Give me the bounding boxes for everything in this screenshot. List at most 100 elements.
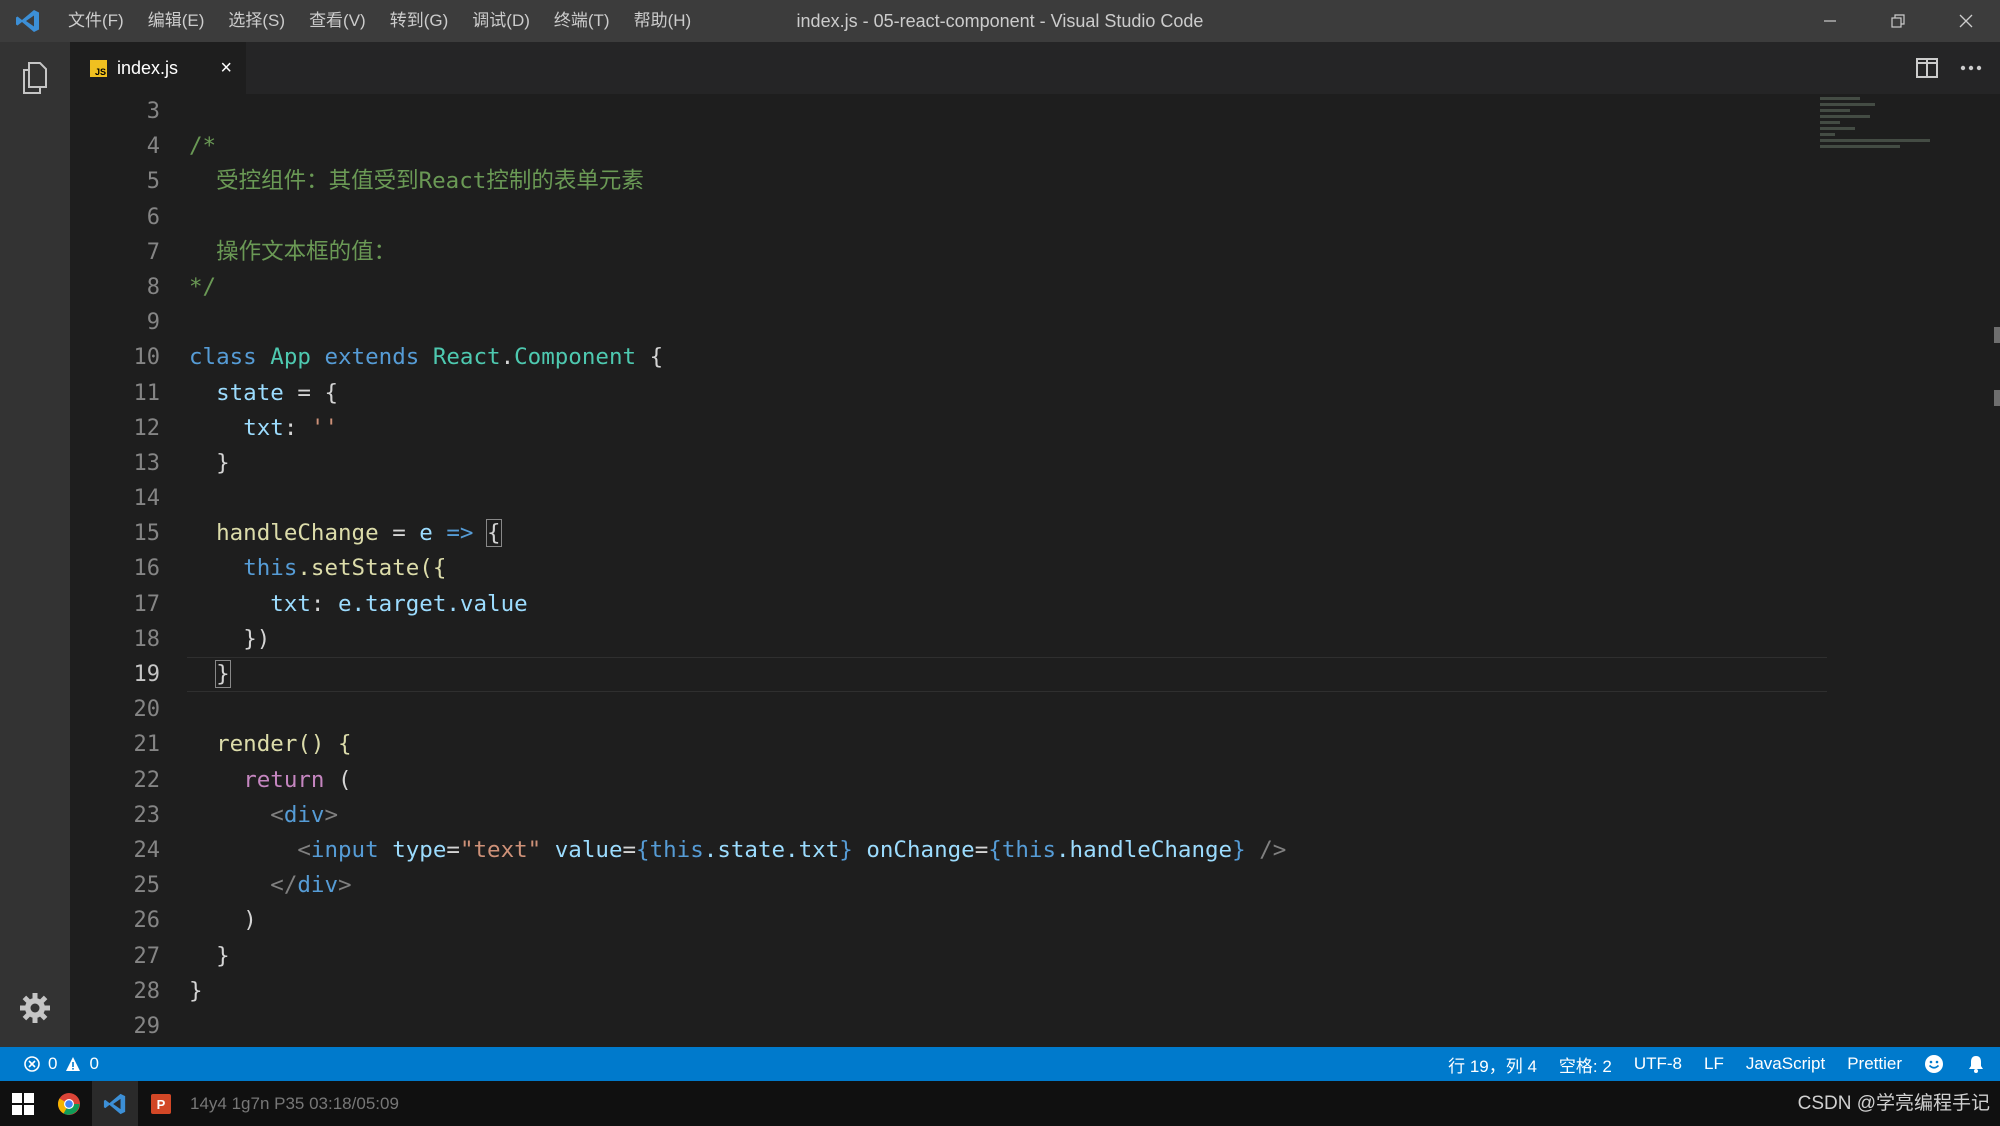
line-number-active: 19 xyxy=(133,662,161,687)
eq: = xyxy=(446,836,460,863)
split-editor-icon[interactable] xyxy=(1914,55,1940,81)
scrollbar-marker[interactable] xyxy=(1994,390,2000,406)
encoding[interactable]: UTF-8 xyxy=(1634,1054,1682,1074)
assign: = { xyxy=(283,379,339,406)
cursor-position[interactable]: 行 19，列 4 xyxy=(1448,1052,1537,1077)
indentation[interactable]: 空格: 2 xyxy=(1559,1052,1612,1077)
txt-key: txt xyxy=(270,590,311,617)
open-brace: { xyxy=(636,344,664,371)
vscode-logo-icon xyxy=(0,0,56,42)
code-line-4: /* xyxy=(189,129,1889,164)
code-line-7: 操作文本框的值： xyxy=(189,235,1889,270)
editor-actions xyxy=(1914,42,2000,94)
code-line-12: txt: '' xyxy=(189,411,1889,446)
status-bar: 0 0 行 19，列 4 空格: 2 UTF-8 LF JavaScript P… xyxy=(0,1047,2000,1081)
close-brace: } xyxy=(216,449,230,476)
colon: : xyxy=(310,590,339,617)
warning-count: 0 xyxy=(89,1054,99,1073)
target-value: e.target.value xyxy=(338,590,528,617)
menu-terminal[interactable]: 终端(T) xyxy=(542,0,622,42)
restore-button[interactable] xyxy=(1864,0,1932,42)
colon: : xyxy=(283,414,311,441)
menu-help[interactable]: 帮助(H) xyxy=(622,0,704,42)
code-line-19-current: } xyxy=(187,657,1889,693)
react-identifier: React xyxy=(432,344,501,371)
code-line-22: return ( xyxy=(189,763,1889,798)
notifications-bell-icon[interactable] xyxy=(1966,1054,1986,1074)
code-line-27: } xyxy=(189,939,1889,974)
line-number: 16 xyxy=(133,556,161,582)
menu-debug[interactable]: 调试(D) xyxy=(460,0,542,42)
set-state-call: .setState({ xyxy=(297,555,447,582)
code-line-26: ) xyxy=(189,903,1889,938)
feedback-smiley-icon[interactable] xyxy=(1924,1054,1944,1074)
jsx-tag-input: input xyxy=(310,836,379,863)
powerpoint-icon[interactable]: P xyxy=(138,1081,184,1126)
code-line-18: }) xyxy=(189,622,1889,657)
arrow: => xyxy=(446,520,474,547)
vscode-taskbar-icon[interactable] xyxy=(92,1081,138,1126)
code-content[interactable]: /* 受控组件：其值受到React控制的表单元素 操作文本框的值： */ cla… xyxy=(187,94,1889,1044)
handle-change-expr: .handleChange xyxy=(1056,836,1233,863)
eq: = xyxy=(622,836,637,863)
warning-icon xyxy=(66,1057,81,1071)
line-number: 20 xyxy=(133,697,161,723)
line-number: 15 xyxy=(133,521,161,547)
dot: . xyxy=(500,344,515,371)
code-line-8: */ xyxy=(189,270,1889,305)
tab-index-js[interactable]: JS index.js × xyxy=(70,42,246,94)
menu-selection[interactable]: 选择(S) xyxy=(216,0,297,42)
more-actions-icon[interactable] xyxy=(1958,55,1984,81)
eq: = xyxy=(974,836,989,863)
minimize-button[interactable] xyxy=(1796,0,1864,42)
keyword-this: this xyxy=(243,555,298,582)
settings-gear-icon[interactable] xyxy=(17,990,53,1026)
line-number: 23 xyxy=(133,802,161,828)
line-number: 28 xyxy=(133,978,161,1004)
problems-indicator[interactable]: 0 0 xyxy=(0,1054,99,1074)
line-number: 5 xyxy=(146,169,160,195)
menu-go[interactable]: 转到(G) xyxy=(378,0,461,42)
line-number: 9 xyxy=(146,310,160,336)
language-mode[interactable]: JavaScript xyxy=(1746,1054,1825,1074)
menu-file[interactable]: 文件(F) xyxy=(56,0,136,42)
keyword-this: this xyxy=(1001,836,1056,863)
minimap[interactable] xyxy=(1820,94,1940,204)
jsx-tag-div: div xyxy=(297,872,339,899)
menu-view[interactable]: 查看(V) xyxy=(297,0,378,42)
end-of-line[interactable]: LF xyxy=(1704,1054,1724,1074)
matched-close-brace: } xyxy=(215,660,231,688)
close-window-button[interactable] xyxy=(1932,0,2000,42)
chrome-icon[interactable] xyxy=(46,1081,92,1126)
line-number: 29 xyxy=(133,1013,161,1039)
windows-start-icon[interactable] xyxy=(0,1081,46,1126)
code-line-25: </div> xyxy=(189,868,1889,903)
code-line-23: <div> xyxy=(189,798,1889,833)
line-number: 7 xyxy=(146,239,160,265)
js-file-icon: JS xyxy=(90,59,107,77)
code-line-21: render() { xyxy=(189,727,1889,762)
status-right: 行 19，列 4 空格: 2 UTF-8 LF JavaScript Prett… xyxy=(1448,1047,2000,1081)
explorer-icon[interactable] xyxy=(17,60,53,96)
tab-close-icon[interactable]: × xyxy=(220,57,232,80)
render-method: render() { xyxy=(216,731,352,758)
line-number: 13 xyxy=(133,450,161,476)
scrollbar-marker[interactable] xyxy=(1994,327,2000,343)
code-line-5: 受控组件：其值受到React控制的表单元素 xyxy=(189,164,1889,199)
matched-open-brace: { xyxy=(486,519,502,548)
comment-open: /* xyxy=(189,133,217,160)
formatter[interactable]: Prettier xyxy=(1847,1054,1902,1074)
code-editor[interactable]: 3 4 5 6 7 8 9 10 11 12 13 14 15 16 17 18… xyxy=(70,94,2000,1047)
close-brace: } xyxy=(189,977,203,1004)
jsx-brace: } xyxy=(839,836,853,863)
code-line-17: txt: e.target.value xyxy=(189,587,1889,622)
jsx-open: < xyxy=(270,801,284,828)
line-number: 11 xyxy=(133,380,161,406)
attr-type: type xyxy=(392,836,447,863)
tab-label: index.js xyxy=(117,57,179,78)
menu-edit[interactable]: 编辑(E) xyxy=(136,0,217,42)
restore-icon xyxy=(1891,14,1905,28)
open-paren: ( xyxy=(324,766,352,793)
